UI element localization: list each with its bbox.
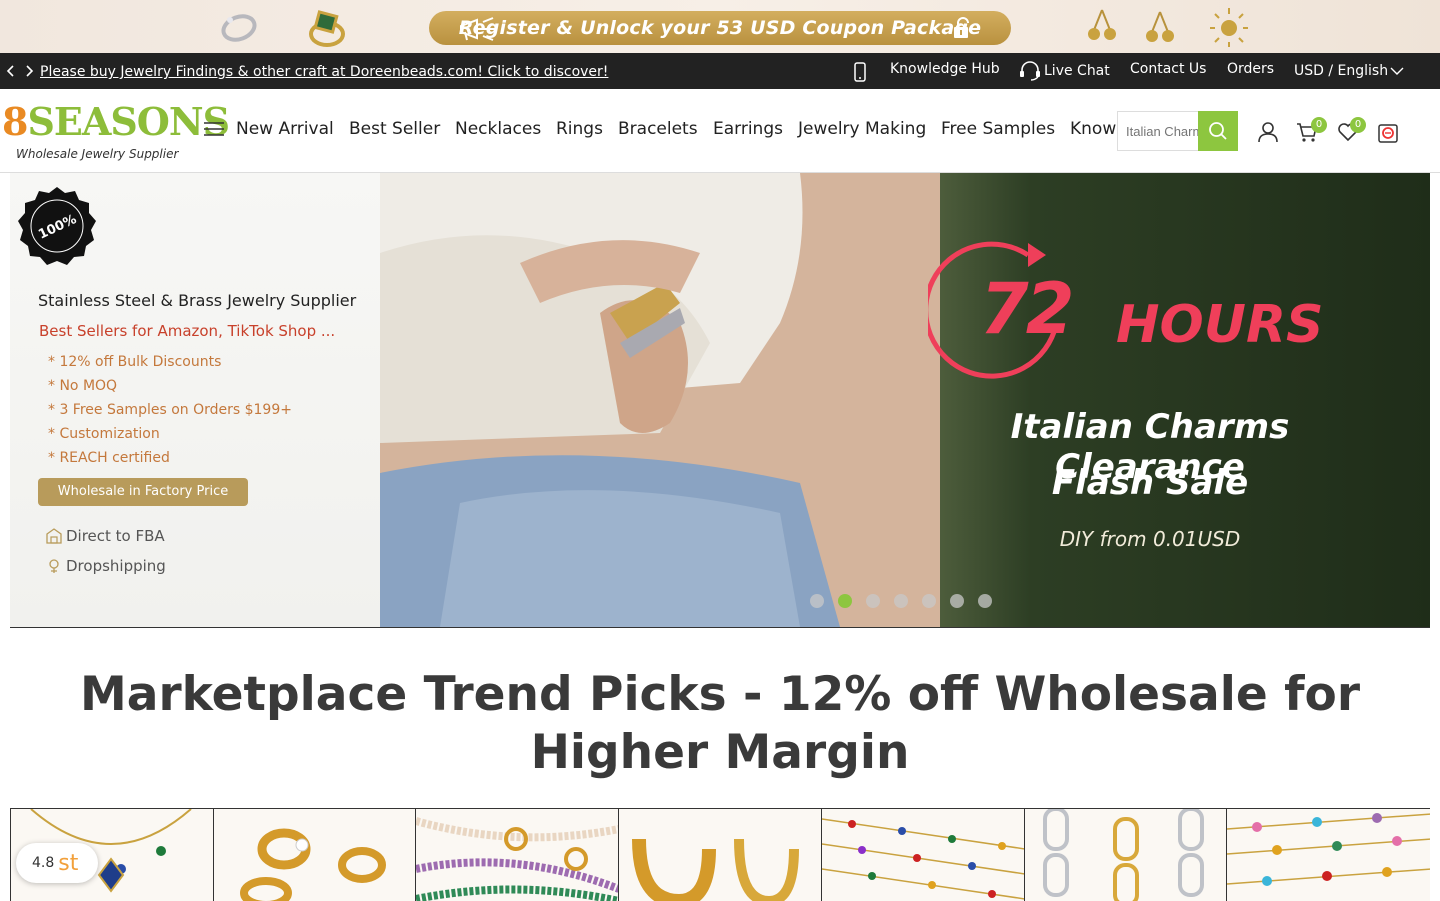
- rings-product-image: [240, 828, 386, 901]
- carousel-dot-2[interactable]: [838, 594, 852, 608]
- trend-picks-heading: Marketplace Trend Picks - 12% off Wholes…: [80, 667, 1360, 780]
- product-card[interactable]: [821, 809, 1024, 901]
- nav-rings[interactable]: Rings: [556, 119, 603, 139]
- cart-count-badge: 0: [1311, 117, 1327, 133]
- carousel-dot-6[interactable]: [950, 594, 964, 608]
- product-card[interactable]: [618, 809, 821, 901]
- carousel-dot-5[interactable]: [922, 594, 936, 608]
- nav-free-samples[interactable]: Free Samples: [941, 119, 1055, 139]
- hoop-earrings-product-image: [632, 838, 799, 901]
- logo-tagline: Wholesale Jewelry Supplier: [16, 147, 179, 161]
- quality-guaranteed-seal-icon: 100%: [18, 187, 96, 265]
- coupon-text: Register & Unlock your 53 USD Coupon Pac…: [458, 17, 982, 39]
- dropshipping-icon: [49, 559, 59, 573]
- search-input[interactable]: [1118, 112, 1198, 150]
- product-card[interactable]: [1226, 809, 1430, 901]
- hamburger-menu-icon[interactable]: [204, 121, 224, 137]
- knowledge-hub-link[interactable]: Knowledge Hub: [890, 61, 1000, 77]
- carousel-dot-3[interactable]: [866, 594, 880, 608]
- supplier-title: Stainless Steel & Brass Jewelry Supplier: [38, 291, 357, 310]
- dropshipping-row[interactable]: Dropshipping: [46, 557, 166, 575]
- emerald-ring-decoration-icon: [309, 10, 345, 47]
- gemstone-chain-product-image: [822, 818, 1024, 900]
- notice-bar: Please buy Jewelry Findings & other craf…: [0, 53, 1440, 89]
- countdown-number: 72: [980, 268, 1074, 350]
- nav-bracelets[interactable]: Bracelets: [618, 119, 698, 139]
- hero-section: 100% Stainless Steel & Brass Jewelry Sup…: [10, 173, 1430, 628]
- prev-arrow-icon[interactable]: [4, 63, 18, 79]
- hero-model-image: [380, 173, 940, 627]
- coupon-pill[interactable]: Register & Unlock your 53 USD Coupon Pac…: [429, 11, 1011, 45]
- rating-suffix: st: [58, 850, 79, 876]
- live-chat-link[interactable]: Live Chat: [1044, 63, 1110, 79]
- dropshipping-label: Dropshipping: [66, 557, 166, 575]
- direct-to-fba-row[interactable]: Direct to FBA: [46, 527, 165, 545]
- sun-pendant-decoration-icon: [1210, 8, 1248, 47]
- headset-icon[interactable]: [1019, 61, 1041, 81]
- benefit-item: * No MOQ: [48, 378, 118, 394]
- search-box: [1117, 111, 1199, 151]
- account-icon[interactable]: [1257, 121, 1279, 143]
- fba-label: Direct to FBA: [66, 527, 165, 545]
- benefit-item: * 12% off Bulk Discounts: [48, 354, 222, 370]
- cherry-earring-decoration-icon: [1088, 9, 1116, 40]
- carousel-dot-4[interactable]: [894, 594, 908, 608]
- warehouse-icon: [46, 528, 62, 544]
- product-grid: [10, 808, 1430, 901]
- phone-icon[interactable]: [853, 62, 867, 82]
- supplier-info-panel[interactable]: 100% Stainless Steel & Brass Jewelry Sup…: [10, 173, 380, 627]
- benefit-item: * REACH certified: [48, 450, 170, 466]
- search-icon: [1209, 122, 1227, 140]
- nav-new-arrival[interactable]: New Arrival: [236, 119, 334, 139]
- store-rating-widget[interactable]: 4.8 st: [16, 843, 98, 883]
- product-card[interactable]: [415, 809, 618, 901]
- megaphone-icon: [460, 17, 497, 41]
- wholesale-factory-price-button[interactable]: Wholesale in Factory Price: [38, 478, 248, 506]
- ring-decoration-icon: [221, 14, 257, 42]
- unlock-icon: [954, 17, 969, 38]
- nav-jewelry-making[interactable]: Jewelry Making: [798, 119, 926, 139]
- paperclip-chain-product-image: [1043, 809, 1204, 901]
- chevron-down-icon[interactable]: [1390, 66, 1404, 76]
- nav-best-seller[interactable]: Best Seller: [349, 119, 440, 139]
- product-card[interactable]: [213, 809, 415, 901]
- wishlist-count-badge: 0: [1350, 117, 1366, 133]
- cherry-earring-decoration-icon-2: [1146, 11, 1174, 42]
- product-card[interactable]: [1024, 809, 1226, 901]
- hero-flash-sale: Flash Sale: [1051, 463, 1249, 503]
- doreenbeads-link[interactable]: Please buy Jewelry Findings & other craf…: [40, 64, 608, 80]
- benefit-item: * Customization: [48, 426, 160, 442]
- promo-banner[interactable]: Register & Unlock your 53 USD Coupon Pac…: [0, 0, 1440, 53]
- carousel-dot-1[interactable]: [810, 594, 824, 608]
- countdown-unit: HOURS: [1116, 295, 1324, 355]
- currency-language-selector[interactable]: USD / English: [1294, 63, 1388, 79]
- carousel-dot-7[interactable]: [978, 594, 992, 608]
- next-arrow-icon[interactable]: [22, 63, 36, 79]
- beaded-bracelets-product-image: [416, 817, 618, 901]
- hero-carousel[interactable]: 72 HOURS Italian Charms Clearance Flash …: [380, 173, 1430, 627]
- supplier-subtitle: Best Sellers for Amazon, TikTok Shop ...: [39, 322, 336, 340]
- hero-price-note: DIY from 0.01USD: [1059, 527, 1241, 551]
- benefit-item: * 3 Free Samples on Orders $199+: [48, 402, 292, 418]
- site-logo[interactable]: 8SEASONS Wholesale Jewelry Supplier: [2, 99, 230, 169]
- multicolor-chain-product-image: [1227, 813, 1430, 886]
- contact-us-link[interactable]: Contact Us: [1130, 61, 1206, 77]
- nav-earrings[interactable]: Earrings: [713, 119, 783, 139]
- rating-value: 4.8: [32, 855, 55, 871]
- orders-link[interactable]: Orders: [1227, 61, 1274, 77]
- nav-necklaces[interactable]: Necklaces: [455, 119, 541, 139]
- main-header: 8SEASONS Wholesale Jewelry Supplier New …: [0, 89, 1440, 173]
- shopping-bag-icon[interactable]: [1377, 121, 1399, 143]
- logo-wordmark: 8SEASONS: [2, 99, 230, 144]
- benefits-list: * 12% off Bulk Discounts * No MOQ * 3 Fr…: [48, 354, 292, 474]
- search-button[interactable]: [1198, 111, 1238, 151]
